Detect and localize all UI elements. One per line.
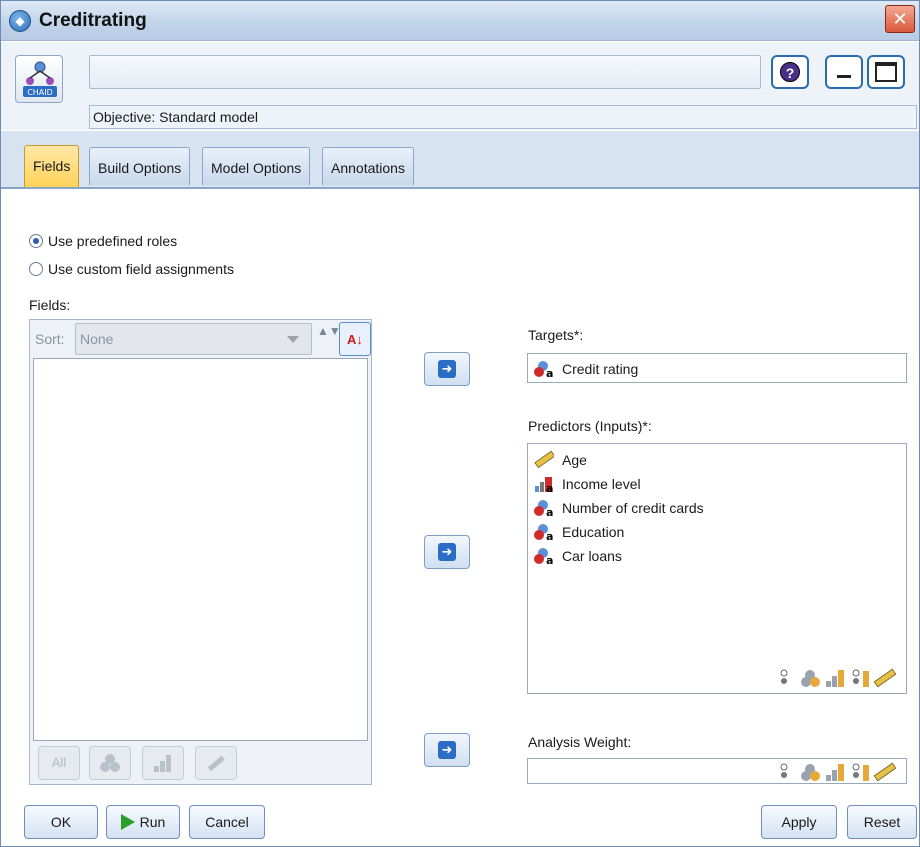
tab-build-options[interactable]: Build Options bbox=[89, 147, 191, 185]
continuous-filter-icon bbox=[207, 755, 225, 772]
sort-label: Sort: bbox=[35, 331, 65, 347]
move-arrow-icon: ➜ bbox=[438, 543, 456, 561]
sort-order-icon[interactable]: ▲▼ bbox=[317, 325, 341, 353]
tab-model-options[interactable]: Model Options bbox=[202, 147, 311, 185]
svg-text:a: a bbox=[546, 530, 553, 541]
select-all-button[interactable]: All bbox=[38, 746, 80, 780]
select-ordinal-button[interactable] bbox=[142, 746, 184, 780]
move-to-weight-button[interactable]: ➜ bbox=[424, 733, 470, 767]
svg-text:a: a bbox=[546, 482, 553, 493]
targets-label: Targets*: bbox=[528, 327, 584, 343]
maximize-icon bbox=[875, 62, 897, 82]
nominal-field-icon: a bbox=[534, 500, 553, 517]
nominal-field-icon: a bbox=[534, 548, 553, 565]
run-label: Run bbox=[139, 814, 166, 830]
run-icon bbox=[120, 814, 135, 830]
analysis-weight-field[interactable] bbox=[527, 758, 907, 784]
nominal-field-icon: a bbox=[534, 524, 553, 541]
move-to-predictors-button[interactable]: ➜ bbox=[424, 535, 470, 569]
svg-text:a: a bbox=[546, 506, 553, 517]
node-name-input[interactable] bbox=[89, 55, 761, 89]
tab-strip: Fields Build Options Model Options Annot… bbox=[1, 131, 919, 188]
window-title: Creditrating bbox=[39, 10, 147, 31]
continuous-field-icon bbox=[534, 451, 554, 469]
predictor-field-name: Number of credit cards bbox=[562, 500, 704, 516]
close-button[interactable]: ✕ bbox=[885, 5, 915, 33]
maximize-button[interactable] bbox=[867, 55, 905, 89]
cancel-button[interactable]: Cancel bbox=[189, 805, 265, 839]
predictor-field-name: Car loans bbox=[562, 548, 622, 564]
run-button[interactable]: Run bbox=[106, 805, 180, 839]
tab-divider bbox=[1, 187, 919, 189]
predictor-field-name: Income level bbox=[562, 476, 641, 492]
sort-select[interactable]: None bbox=[75, 323, 312, 355]
svg-text:a: a bbox=[546, 554, 553, 565]
predictors-label: Predictors (Inputs)*: bbox=[528, 418, 652, 434]
minimize-button[interactable] bbox=[825, 55, 863, 89]
radio-predefined-roles[interactable]: Use predefined roles bbox=[29, 231, 177, 251]
chevron-down-icon bbox=[287, 336, 299, 343]
help-button[interactable]: ? bbox=[771, 55, 809, 89]
fields-panel: Sort: None ▲▼ A↓ All bbox=[29, 319, 372, 785]
predictor-field-name: Education bbox=[562, 524, 625, 540]
help-icon: ? bbox=[780, 62, 800, 82]
ordinal-filter-icon bbox=[154, 755, 171, 772]
analysis-weight-label: Analysis Weight: bbox=[528, 734, 632, 750]
ordinal-field-icon: a bbox=[535, 477, 553, 493]
title-bar[interactable]: ◆ Creditrating ✕ bbox=[1, 1, 919, 41]
radio-custom-label: Use custom field assignments bbox=[48, 261, 234, 277]
move-arrow-icon: ➜ bbox=[438, 360, 456, 378]
chaid-node-icon: CHAID bbox=[15, 55, 63, 103]
target-field-name: Credit rating bbox=[562, 361, 639, 377]
node-header: CHAID ? Objective: Standard model bbox=[1, 42, 919, 130]
select-nominal-button[interactable] bbox=[89, 746, 131, 780]
chaid-icon-label: CHAID bbox=[27, 88, 53, 97]
dialog-window: ◆ Creditrating ✕ CHAID ? Objective: Stan… bbox=[0, 0, 920, 847]
radio-custom-assignments[interactable]: Use custom field assignments bbox=[29, 259, 234, 279]
sort-alpha-button[interactable]: A↓ bbox=[339, 322, 371, 356]
reset-button[interactable]: Reset bbox=[847, 805, 917, 839]
predictors-list[interactable]: Age a Income level a Number of credit ca… bbox=[527, 443, 907, 694]
move-to-targets-button[interactable]: ➜ bbox=[424, 352, 470, 386]
nominal-filter-icon bbox=[100, 754, 120, 772]
ok-button[interactable]: OK bbox=[24, 805, 98, 839]
minimize-icon bbox=[837, 75, 851, 78]
radio-unselected-icon[interactable] bbox=[29, 262, 43, 276]
field-type-filter-icons[interactable] bbox=[776, 667, 900, 689]
objective-label: Objective: Standard model bbox=[89, 105, 917, 129]
nominal-field-icon: a bbox=[534, 361, 553, 378]
app-icon: ◆ bbox=[9, 10, 31, 32]
select-continuous-button[interactable] bbox=[195, 746, 237, 780]
tab-annotations[interactable]: Annotations bbox=[322, 147, 414, 185]
available-fields-list[interactable] bbox=[33, 358, 368, 741]
fields-label: Fields: bbox=[29, 297, 71, 313]
predictor-field-name: Age bbox=[562, 452, 587, 468]
weight-type-filter-icons[interactable] bbox=[776, 761, 900, 783]
sort-value: None bbox=[80, 331, 114, 347]
move-arrow-icon: ➜ bbox=[438, 741, 456, 759]
apply-button[interactable]: Apply bbox=[761, 805, 837, 839]
svg-text:a: a bbox=[546, 367, 553, 378]
tab-fields[interactable]: Fields bbox=[24, 145, 80, 187]
radio-predefined-label: Use predefined roles bbox=[48, 233, 178, 249]
targets-list[interactable]: a Credit rating bbox=[527, 353, 907, 383]
radio-selected-icon[interactable] bbox=[29, 234, 43, 248]
